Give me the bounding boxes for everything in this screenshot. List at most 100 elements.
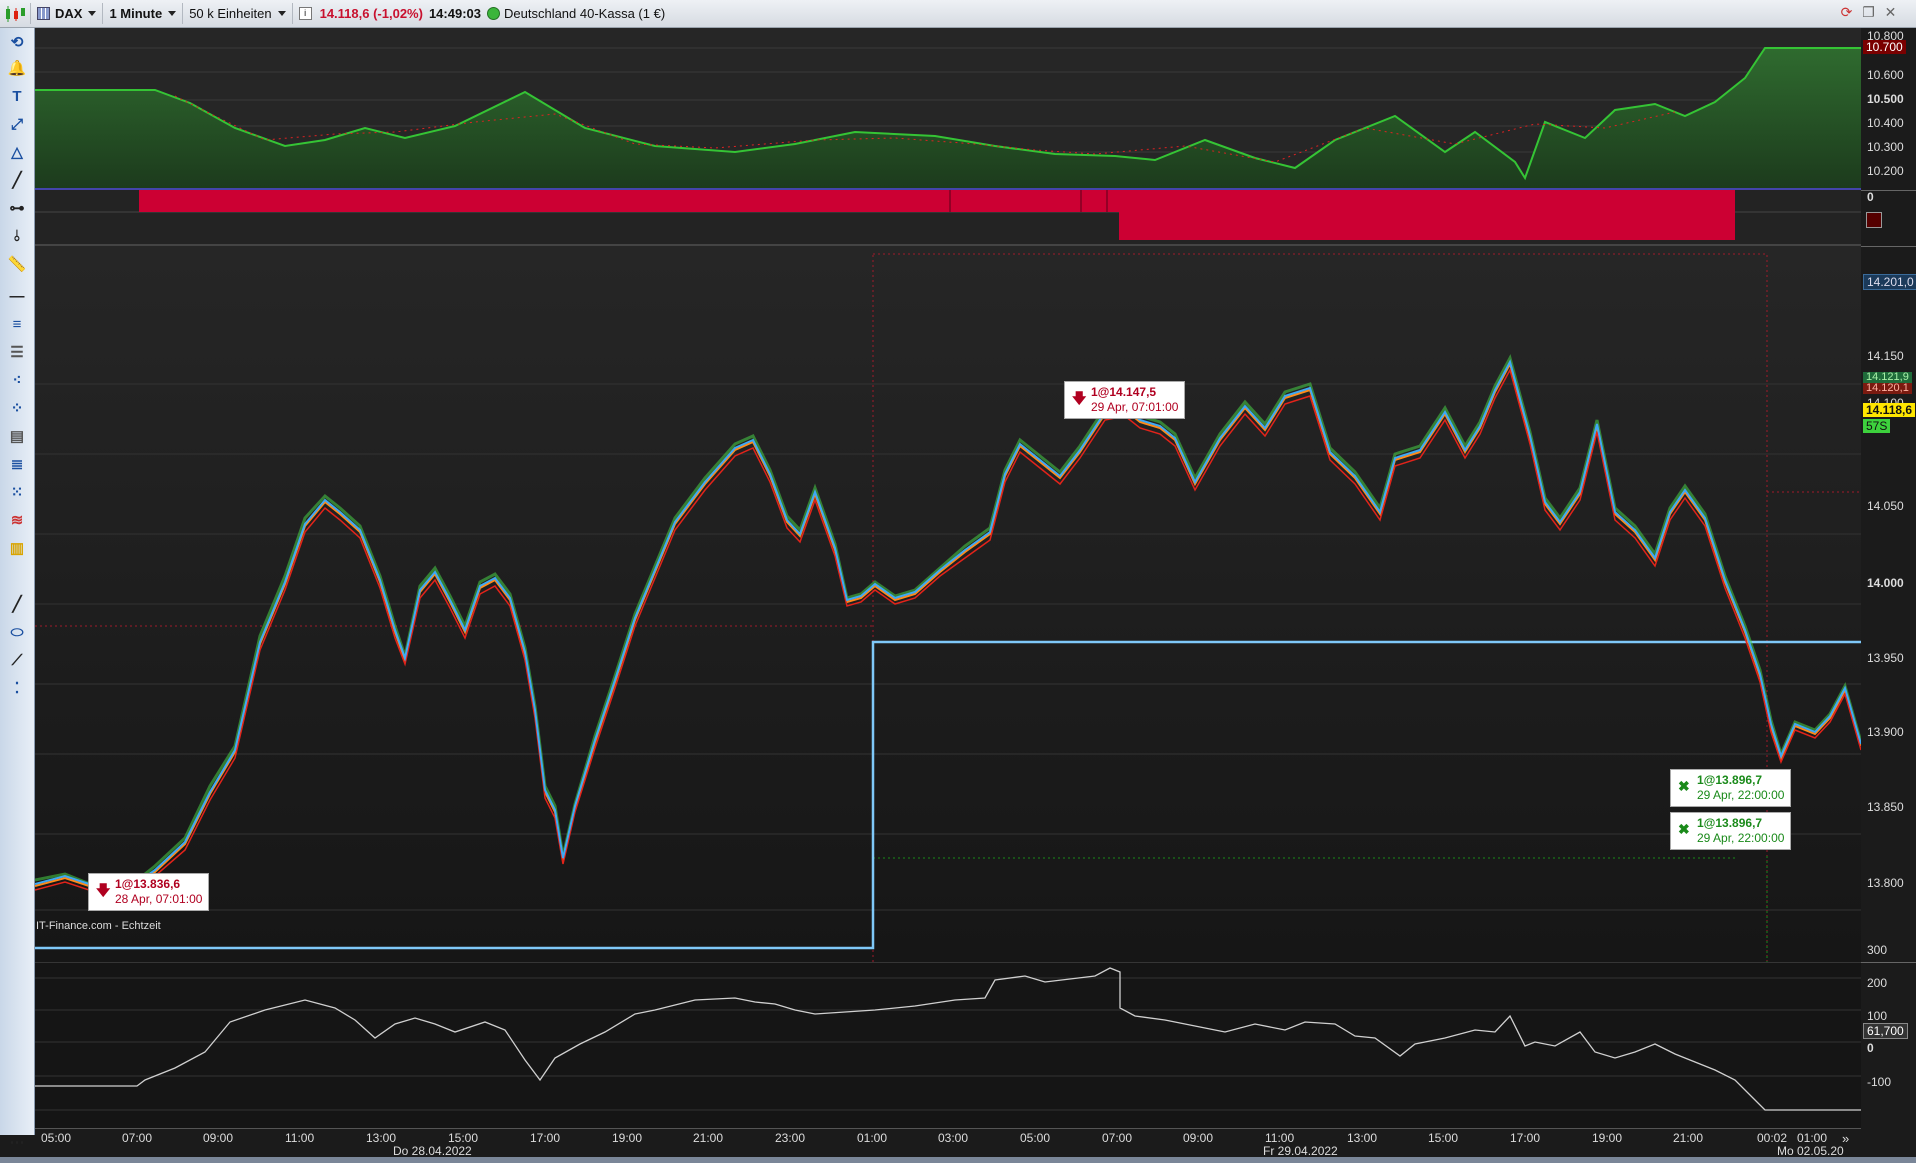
fibonacci-tool-7-icon[interactable]: ⁙ (6, 482, 28, 504)
trade-time: 29 Apr, 22:00:00 (1697, 788, 1785, 802)
time-label: 11:00 (285, 1131, 315, 1145)
time-label: 01:00 (857, 1131, 888, 1145)
trade-time: 29 Apr, 22:00:00 (1697, 831, 1785, 845)
diagonal-line-icon[interactable]: ╱ (6, 594, 28, 616)
fibonacci-tool-9-icon[interactable]: ▥ (6, 538, 28, 560)
alarm-bell-icon[interactable]: 🔔 (6, 58, 28, 80)
info-icon[interactable]: i (298, 7, 312, 20)
axis-label: 13.850 (1867, 800, 1904, 814)
time-label: 19:00 (612, 1131, 643, 1145)
axis-label: 200 (1867, 976, 1888, 990)
time-label: 21:00 (1673, 1131, 1704, 1145)
symbol-selector[interactable]: DAX (31, 3, 104, 24)
close-position-icon: ✖ (1678, 821, 1690, 837)
close-position-icon: ✖ (1678, 778, 1690, 794)
date-label: Mo 02.05.20 (1777, 1144, 1844, 1158)
sell-arrow-icon: 🡇 (1072, 390, 1087, 406)
fibonacci-tool-8-icon[interactable]: ≋ (6, 510, 28, 532)
units-selector[interactable]: 50 k Einheiten (183, 3, 293, 24)
time-label: 00:02 (1757, 1131, 1788, 1145)
current-equity-flag: 10.700 (1863, 40, 1906, 54)
signal-panel (35, 190, 1861, 246)
axis-label: 0 (1867, 190, 1874, 204)
trade-time: 28 Apr, 07:01:00 (115, 892, 203, 906)
scatter-tool-icon[interactable]: ⁚ (6, 678, 28, 700)
trade-tooltip[interactable]: ✖ 1@13.896,7 29 Apr, 22:00:00 (1670, 769, 1792, 807)
more-tools-icon[interactable]: ⋯ (6, 1132, 28, 1154)
interval-label: 1 Minute (109, 6, 163, 21)
time-label: 05:00 (1020, 1131, 1051, 1145)
instrument-name: Deutschland 40-Kassa (1 €) (504, 6, 666, 21)
vertical-segment-icon[interactable]: ⫰ (6, 226, 28, 248)
fibonacci-tool-5-icon[interactable]: ▤ (6, 426, 28, 448)
price-flag-red: 14.120,1 (1863, 383, 1912, 394)
axis-label: 10.500 (1867, 92, 1904, 106)
axis-label: 13.900 (1867, 725, 1904, 739)
time-label: 17:00 (530, 1131, 561, 1145)
interval-selector[interactable]: 1 Minute (103, 3, 184, 24)
ruler-icon[interactable]: 📏 (6, 254, 28, 276)
chart-area[interactable] (35, 28, 1861, 1158)
date-label: Do 28.04.2022 (393, 1144, 472, 1158)
equity-panel (35, 28, 1861, 190)
chevron-down-icon (277, 11, 286, 16)
time-label: 05:00 (41, 1131, 72, 1145)
time-label: 07:00 (122, 1131, 153, 1145)
text-tool-icon[interactable]: T (6, 86, 28, 108)
fibonacci-tool-4-icon[interactable]: ⁘ (6, 398, 28, 420)
refresh-icon[interactable]: ⟳ (1838, 4, 1855, 21)
axis-label: 13.800 (1867, 876, 1904, 890)
trade-label: 1@14.147,5 (1091, 385, 1157, 399)
horizontal-segment-icon[interactable]: ⊶ (6, 198, 28, 220)
quote-time: 14:49:03 (428, 6, 481, 21)
chevron-down-icon (168, 11, 177, 16)
axis-label: 14.050 (1867, 499, 1904, 513)
trade-tooltip[interactable]: ✖ 1@13.896,7 29 Apr, 22:00:00 (1670, 812, 1792, 850)
trade-tooltip[interactable]: 🡇 1@14.147,5 29 Apr, 07:01:00 (1064, 381, 1186, 419)
cursor-tool-icon[interactable]: ⟲ (6, 32, 28, 54)
brush-tool-icon[interactable]: ⟋ (6, 650, 28, 672)
axis-label: 13.950 (1867, 651, 1904, 665)
chart-type-icon[interactable] (0, 3, 31, 24)
symbol-label: DAX (55, 6, 83, 21)
trade-tooltip[interactable]: 🡇 1@13.836,6 28 Apr, 07:01:00 (88, 873, 210, 911)
ellipse-tool-icon[interactable]: ⬭ (6, 622, 28, 644)
units-label: 50 k Einheiten (189, 6, 272, 21)
axis-label: 10.600 (1867, 68, 1904, 82)
restore-window-icon[interactable]: ❐ (1860, 4, 1877, 21)
horizontal-scrollbar[interactable] (0, 1157, 1916, 1163)
sell-arrow-icon: 🡇 (96, 882, 111, 898)
axis-label: 10.300 (1867, 140, 1904, 154)
high-price-flag: 14.201,0 (1863, 274, 1916, 290)
time-label: 07:00 (1102, 1131, 1133, 1145)
time-label: 13:00 (1347, 1131, 1378, 1145)
horizontal-line-icon[interactable]: — (6, 286, 28, 308)
fibonacci-tool-1-icon[interactable]: ≡ (6, 314, 28, 336)
time-label: 03:00 (938, 1131, 969, 1145)
line-points-icon[interactable]: ⤢ (6, 114, 28, 136)
time-label: 23:00 (775, 1131, 806, 1145)
fibonacci-tool-3-icon[interactable]: ⁖ (6, 370, 28, 392)
time-label: 21:00 (693, 1131, 724, 1145)
trade-label: 1@13.896,7 (1697, 773, 1763, 787)
triangle-tool-icon[interactable]: △ (6, 142, 28, 164)
time-label: 15:00 (448, 1131, 479, 1145)
trade-time: 29 Apr, 07:01:00 (1091, 400, 1179, 414)
main-price-panel (35, 246, 1861, 962)
fibonacci-tool-6-icon[interactable]: ≣ (6, 454, 28, 476)
time-label: 01:00 (1797, 1131, 1828, 1145)
axis-label: 14.000 (1867, 576, 1904, 590)
axis-label: 100 (1867, 1009, 1888, 1023)
axis-label: 14.150 (1867, 349, 1904, 363)
fibonacci-tool-2-icon[interactable]: ☰ (6, 342, 28, 364)
countdown-flag: 57S (1863, 419, 1891, 433)
status-dot-icon (487, 7, 500, 20)
data-source-label: IT-Finance.com - Echtzeit (36, 920, 161, 932)
close-icon[interactable]: ✕ (1882, 4, 1899, 21)
axis-label: 10.400 (1867, 116, 1904, 130)
trade-label: 1@13.896,7 (1697, 816, 1763, 830)
oscillator-value-flag: 61,700 (1863, 1023, 1908, 1039)
trendline-icon[interactable]: ╱ (6, 170, 28, 192)
time-label: 13:00 (366, 1131, 397, 1145)
time-label: 17:00 (1510, 1131, 1541, 1145)
